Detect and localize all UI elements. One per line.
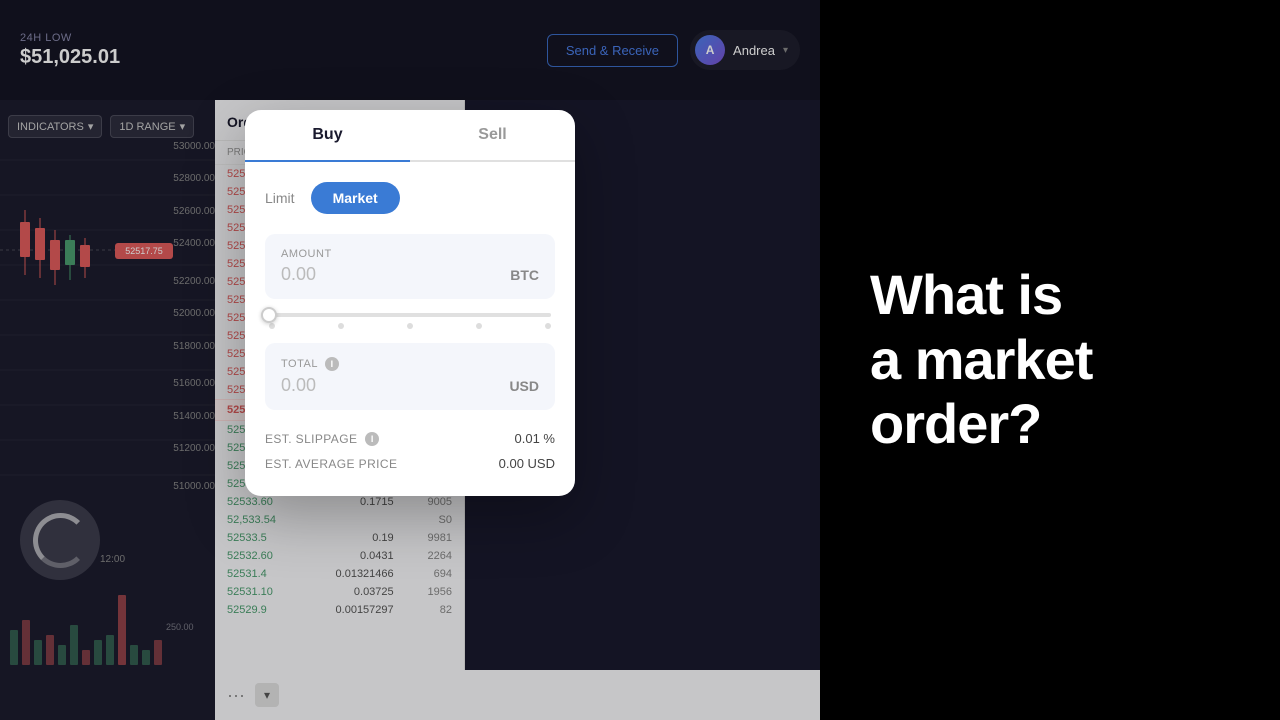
modal-overlay: Buy Sell Limit Market AMOUNT 0.00 BTC — [0, 0, 820, 720]
amount-slider-container — [265, 313, 555, 329]
buy-sell-tabs: Buy Sell — [245, 110, 575, 162]
est-avg-price-label: EST. AVERAGE PRICE — [265, 457, 397, 471]
order-type-row: Limit Market — [265, 182, 555, 214]
slider-dot-0 — [269, 323, 275, 329]
est-slippage-row: EST. SLIPPAGE i 0.01 % — [265, 426, 555, 451]
total-label: TOTAL i — [281, 357, 539, 371]
right-panel: What is a market order? — [820, 0, 1280, 720]
limit-label[interactable]: Limit — [265, 190, 295, 206]
est-rows: EST. SLIPPAGE i 0.01 % EST. AVERAGE PRIC… — [265, 426, 555, 476]
slider-dot-75 — [476, 323, 482, 329]
est-avg-price-value: 0.00 USD — [499, 456, 555, 471]
sell-tab[interactable]: Sell — [410, 110, 575, 160]
trade-modal: Buy Sell Limit Market AMOUNT 0.00 BTC — [245, 110, 575, 496]
buy-tab[interactable]: Buy — [245, 110, 410, 160]
est-slippage-label: EST. SLIPPAGE i — [265, 432, 379, 446]
slider-dot-25 — [338, 323, 344, 329]
market-button[interactable]: Market — [311, 182, 400, 214]
slider-dots — [269, 323, 551, 329]
amount-value-row: 0.00 BTC — [281, 264, 539, 285]
total-value-row: 0.00 USD — [281, 375, 539, 396]
amount-value: 0.00 — [281, 264, 316, 285]
modal-body: Limit Market AMOUNT 0.00 BTC — [245, 162, 575, 496]
est-avg-price-row: EST. AVERAGE PRICE 0.00 USD — [265, 451, 555, 476]
amount-field-box: AMOUNT 0.00 BTC — [265, 234, 555, 299]
amount-currency: BTC — [510, 267, 539, 283]
total-currency: USD — [509, 378, 539, 394]
slippage-info-icon[interactable]: i — [365, 432, 379, 446]
hero-text-container: What is a market order? — [870, 263, 1092, 456]
slider-dot-100 — [545, 323, 551, 329]
hero-text: What is a market order? — [870, 263, 1092, 456]
slider-track — [269, 313, 551, 317]
total-value: 0.00 — [281, 375, 316, 396]
total-field-box: TOTAL i 0.00 USD — [265, 343, 555, 410]
slider-dot-50 — [407, 323, 413, 329]
amount-label: AMOUNT — [281, 248, 539, 260]
trading-panel: 24H LOW $51,025.01 Send & Receive A Andr… — [0, 0, 820, 720]
est-slippage-value: 0.01 % — [515, 431, 555, 446]
total-info-icon[interactable]: i — [325, 357, 339, 371]
slider-thumb[interactable] — [261, 307, 277, 323]
